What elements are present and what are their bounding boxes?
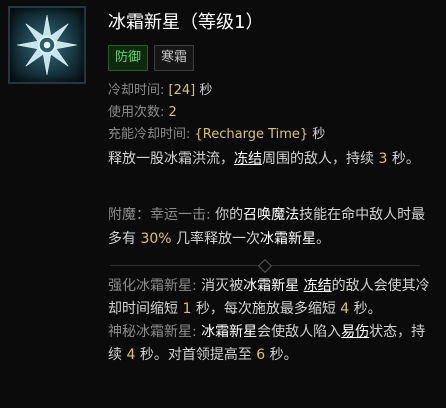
- desc-text: 释放一股冰霜洪流，: [108, 151, 234, 167]
- stat-value: {Recharge Time}: [194, 127, 309, 142]
- skill-ref: 冰霜新星: [260, 231, 317, 247]
- divider-diamond: [257, 258, 273, 274]
- stat-value: [24]: [168, 83, 196, 98]
- enchant-text: 。: [316, 231, 331, 247]
- skill-tags: 防御 寒霜: [108, 45, 195, 71]
- freeze-keyword: 冻结: [303, 278, 332, 294]
- enchant-label: 附魔：幸运一击:: [108, 207, 216, 223]
- upgrade-text: 秒，每次施放最多缩短: [191, 301, 341, 317]
- vulnerable-keyword: 易伤: [341, 324, 370, 340]
- stat-suffix: 秒: [308, 127, 326, 142]
- upgrade-text: 会使敌人陷入: [257, 324, 342, 340]
- upgrade-value: 6: [256, 347, 266, 363]
- freeze-keyword: 冻结: [234, 151, 262, 167]
- skill-title: 冰霜新星（等级1）: [108, 12, 264, 33]
- skill-tooltip: 冰霜新星（等级1） 防御 寒霜 冷却时间: [24] 秒 使用次数: 2 充能冷…: [0, 0, 446, 408]
- desc-text: 秒。: [387, 151, 420, 167]
- tag-defense: 防御: [108, 45, 149, 71]
- upgrade-value: 4: [340, 301, 350, 317]
- desc-text: 周围的敌人，持续: [262, 151, 379, 167]
- enchant-text: 几率释放一次: [171, 231, 261, 247]
- stat-value: 2: [168, 105, 177, 120]
- skill-description: 释放一股冰霜洪流，冻结周围的敌人，持续 3 秒。: [108, 148, 433, 171]
- upgrade-text: 秒。对首领提高至: [135, 347, 257, 363]
- upgrade-name: 神秘冰霜新星:: [108, 324, 202, 340]
- skill-upgrades: 强化冰霜新星: 消灭被冰霜新星 冻结的敌人会使其冷却时间缩短 1 秒，每次施放最…: [108, 275, 438, 367]
- skill-ref: 冰霜新星: [243, 278, 300, 294]
- stat-label: 冷却时间:: [108, 83, 169, 98]
- tag-frost: 寒霜: [154, 45, 195, 71]
- upgrade-text: 秒。: [265, 347, 298, 363]
- stat-cooldown: 冷却时间: [24] 秒: [108, 80, 325, 102]
- section-divider: [110, 258, 420, 274]
- tooltip-header: 冰霜新星（等级1） 防御 寒霜: [0, 0, 446, 86]
- stat-suffix: 秒: [195, 83, 213, 98]
- enchant-text: 你的: [215, 207, 244, 223]
- stat-label: 充能冷却时间:: [108, 127, 195, 142]
- snowflake-icon: [16, 14, 78, 76]
- stat-recharge: 充能冷却时间: {Recharge Time} 秒: [108, 124, 325, 146]
- upgrade-mystical: 神秘冰霜新星: 冰霜新星会使敌人陷入易伤状态，持续 4 秒。对首领提高至 6 秒…: [108, 321, 438, 367]
- upgrade-name: 强化冰霜新星:: [108, 278, 202, 294]
- chance-value: 30%: [140, 231, 172, 247]
- frost-nova-snowflake-icon: [8, 6, 86, 84]
- skill-stats: 冷却时间: [24] 秒 使用次数: 2 充能冷却时间: {Recharge T…: [108, 80, 325, 146]
- upgrade-text: 消灭被: [201, 278, 244, 294]
- enchantment-text: 附魔：幸运一击: 你的召唤魔法技能在命中敌人时最多有 30% 几率释放一次冰霜新…: [108, 203, 438, 251]
- stat-charges: 使用次数: 2: [108, 102, 325, 124]
- summon-keyword: 召唤魔法: [243, 207, 300, 223]
- skill-ref: 冰霜新星: [201, 324, 258, 340]
- upgrade-enhanced: 强化冰霜新星: 消灭被冰霜新星 冻结的敌人会使其冷却时间缩短 1 秒，每次施放最…: [108, 275, 438, 321]
- stat-label: 使用次数:: [108, 105, 169, 120]
- upgrade-text: 秒。: [349, 301, 382, 317]
